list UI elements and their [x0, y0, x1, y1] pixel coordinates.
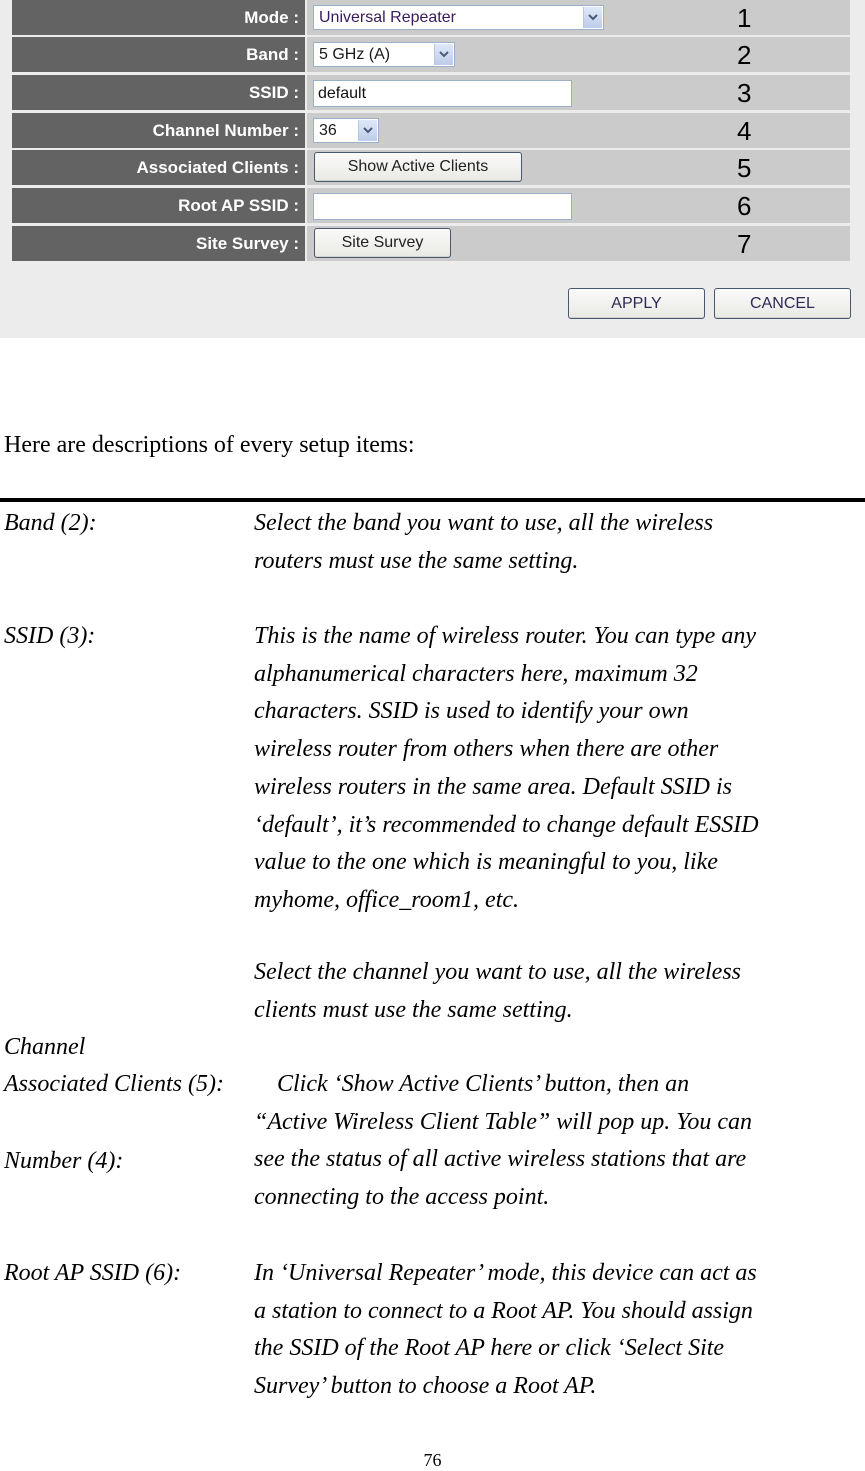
description-line: wireless routers in the same area. Defau… [254, 773, 732, 800]
mode-select-value: Universal Repeater [319, 9, 456, 26]
cancel-button[interactable]: CANCEL [714, 288, 851, 319]
description-line: value to the one which is meaningful to … [254, 849, 718, 876]
ssid-row: SSID : default 3 [12, 75, 850, 110]
callout-number: 3 [737, 78, 752, 108]
site-survey-row: Site Survey : Site Survey 7 [12, 226, 850, 261]
description-line: “Active Wireless Client Table” will pop … [254, 1108, 753, 1135]
description-line: Select the band you want to use, all the… [254, 510, 714, 536]
description-line: characters. SSID is used to identify you… [254, 698, 689, 725]
channel-number-select[interactable]: 36 [313, 118, 379, 143]
show-active-clients-button[interactable]: Show Active Clients [314, 152, 522, 182]
band-label: Band : [246, 45, 299, 64]
callout-number: 6 [737, 191, 752, 221]
associated-clients-row: Associated Clients : Show Active Clients… [12, 150, 850, 185]
item-description: Select the band you want to use, all the… [254, 505, 865, 580]
description-line: Select the channel you want to use, all … [254, 959, 742, 985]
divider-rule [0, 498, 865, 502]
router-settings-panel: Mode : Universal Repeater 1 Band : 5 GHz… [0, 0, 865, 338]
channel-number-row: Channel Number : 36 4 [12, 113, 850, 148]
root-ap-ssid-label: Root AP SSID : [178, 196, 299, 215]
channel-number-select-value: 36 [319, 122, 337, 139]
mode-row: Mode : Universal Repeater 1 [12, 0, 850, 35]
item-term-line: Number (4): [4, 1147, 124, 1174]
channel-number-label: Channel Number : [152, 121, 299, 140]
item-term: SSID (3): [4, 623, 96, 649]
callout-number: 1 [737, 3, 752, 33]
chevron-down-icon[interactable] [434, 44, 453, 65]
band-select-value: 5 GHz (A) [319, 46, 391, 63]
description-line: myhome, office_room1, etc. [254, 886, 520, 913]
callout-number: 4 [737, 116, 752, 146]
description-line: alphanumerical characters here, maximum … [254, 660, 698, 687]
description-line: This is the name of wireless router. You… [254, 623, 756, 649]
mode-select[interactable]: Universal Repeater [313, 5, 604, 30]
description-line: Click ‘Show Active Clients’ button, then… [277, 1071, 690, 1097]
callout-number: 7 [737, 229, 752, 259]
associated-clients-label: Associated Clients : [136, 158, 300, 177]
description-line: Survey’ button to choose a Root AP. [254, 1373, 597, 1400]
mode-label: Mode : [244, 8, 299, 27]
item-description: In ‘Universal Repeater’ mode, this devic… [254, 1255, 865, 1406]
page-number: 76 [423, 1450, 442, 1470]
site-survey-label: Site Survey : [196, 234, 299, 253]
band-select[interactable]: 5 GHz (A) [313, 42, 455, 67]
site-survey-button[interactable]: Site Survey [314, 228, 451, 258]
description-line: In ‘Universal Repeater’ mode, this devic… [254, 1260, 757, 1286]
callout-number: 5 [737, 153, 752, 183]
chevron-down-icon[interactable] [358, 120, 377, 141]
item-term: Associated Clients (5): [4, 1071, 224, 1097]
description-line: the SSID of the Root AP here or click ‘S… [254, 1335, 725, 1362]
description-line: routers must use the same setting. [254, 547, 579, 574]
item-description: Click ‘Show Active Clients’ button, then… [254, 1066, 865, 1217]
item-term-line: Channel [4, 1034, 86, 1061]
item-term: Channel Number (4): [4, 954, 123, 1256]
root-ap-ssid-row: Root AP SSID : 6 [12, 188, 850, 223]
ssid-input[interactable]: default [313, 80, 572, 107]
description-line: ‘default’, it’s recommended to change de… [254, 811, 759, 838]
description-line: connecting to the access point. [254, 1184, 550, 1211]
description-line: clients must use the same setting. [254, 996, 573, 1023]
description-line: see the status of all active wireless st… [254, 1146, 747, 1173]
callout-number: 2 [737, 40, 752, 70]
chevron-down-icon[interactable] [583, 7, 602, 28]
apply-button[interactable]: APPLY [568, 288, 705, 319]
band-row: Band : 5 GHz (A) 2 [12, 37, 850, 72]
description-line: a station to connect to a Root AP. You s… [254, 1297, 753, 1324]
ssid-label: SSID : [248, 83, 299, 102]
description-line: wireless router from others when there a… [254, 736, 719, 763]
item-description: This is the name of wireless router. You… [254, 618, 865, 920]
item-description: Select the channel you want to use, all … [254, 954, 865, 1029]
item-term: Band (2): [4, 510, 97, 536]
intro-text: Here are descriptions of every setup ite… [4, 432, 415, 458]
item-term: Root AP SSID (6): [4, 1260, 182, 1286]
root-ap-ssid-input[interactable] [313, 193, 572, 220]
